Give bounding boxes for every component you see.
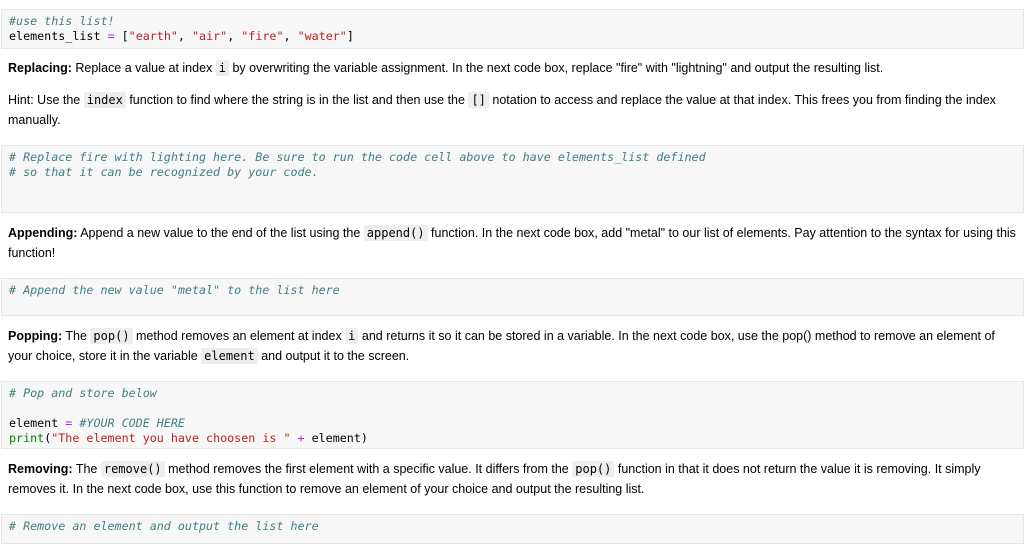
code-bracket: [ (121, 29, 129, 43)
code-string: "The element you have choosen is " (51, 431, 291, 445)
code-separator: , (177, 29, 192, 43)
code-operator: = (58, 416, 80, 430)
inline-code: i (215, 60, 229, 76)
code-comment: #use this list! (9, 14, 115, 28)
code-string: "air" (192, 29, 228, 43)
code-string: "water" (297, 29, 347, 43)
code-line: element = #YOUR CODE HERE (9, 416, 1016, 431)
code-cell-append[interactable]: # Append the new value "metal" to the li… (1, 278, 1024, 316)
code-line: elements_list = ["earth", "air", "fire",… (9, 29, 1016, 44)
code-separator: , (283, 29, 298, 43)
code-operator: + (290, 431, 312, 445)
inline-code: i (345, 328, 359, 344)
code-operator: = (100, 29, 122, 43)
code-comment: # so that it can be recognized by your c… (9, 165, 319, 179)
markdown-popping: Popping: The pop() method removes an ele… (8, 326, 1021, 366)
code-variable: element (9, 416, 59, 430)
text: function to find where the string is in … (125, 93, 469, 107)
code-string: "earth" (128, 29, 178, 43)
text: Append a new value to the end of the lis… (77, 226, 364, 240)
text: method removes an element at index (132, 329, 346, 343)
text: The (62, 329, 91, 343)
code-line: print("The element you have choosen is "… (9, 431, 1016, 446)
inline-code: [] (468, 92, 489, 108)
code-comment: # Pop and store below (9, 386, 157, 400)
code-line: #use this list! (9, 14, 1016, 29)
markdown-removing: Removing: The remove() method removes th… (8, 459, 1021, 499)
markdown-hint: Hint: Use the index function to find whe… (8, 90, 1021, 130)
code-argument: element) (311, 431, 368, 445)
code-variable: elements_list (9, 29, 101, 43)
text: method removes the first element with a … (164, 462, 573, 476)
code-builtin: print (9, 431, 45, 445)
code-cell-elements-list[interactable]: #use this list! elements_list = ["earth"… (1, 9, 1024, 49)
inline-code: pop() (90, 328, 133, 344)
inline-code: index (83, 92, 126, 108)
inline-code: remove() (100, 461, 165, 477)
text: and output it to the screen. (257, 349, 410, 363)
code-comment: #YOUR CODE HERE (79, 416, 185, 430)
markdown-appending: Appending: Append a new value to the end… (8, 223, 1021, 263)
inline-code: append() (363, 225, 428, 241)
inline-code: pop() (572, 461, 615, 477)
code-cell-replace[interactable]: # Replace fire with lighting here. Be su… (1, 145, 1024, 213)
markdown-replacing: Replacing: Replace a value at index i by… (8, 58, 1021, 78)
text: The (72, 462, 101, 476)
removing-heading: Removing: (8, 462, 73, 476)
code-bracket: ] (346, 29, 354, 43)
inline-code: element (201, 348, 258, 364)
code-string: "fire" (241, 29, 284, 43)
popping-heading: Popping: (8, 329, 63, 343)
code-comment: # Replace fire with lighting here. Be su… (9, 150, 706, 164)
appending-heading: Appending: (8, 226, 78, 240)
replacing-heading: Replacing: (8, 61, 72, 75)
text: Replace a value at index (71, 61, 216, 75)
text: Hint: Use the (8, 93, 84, 107)
code-comment: # Remove an element and output the list … (9, 519, 319, 533)
code-cell-remove[interactable]: # Remove an element and output the list … (1, 514, 1024, 544)
code-cell-pop[interactable]: # Pop and store below element = #YOUR CO… (1, 381, 1024, 449)
code-comment: # Append the new value "metal" to the li… (9, 283, 340, 297)
text: by overwriting the variable assignment. … (228, 61, 884, 75)
code-separator: , (227, 29, 242, 43)
